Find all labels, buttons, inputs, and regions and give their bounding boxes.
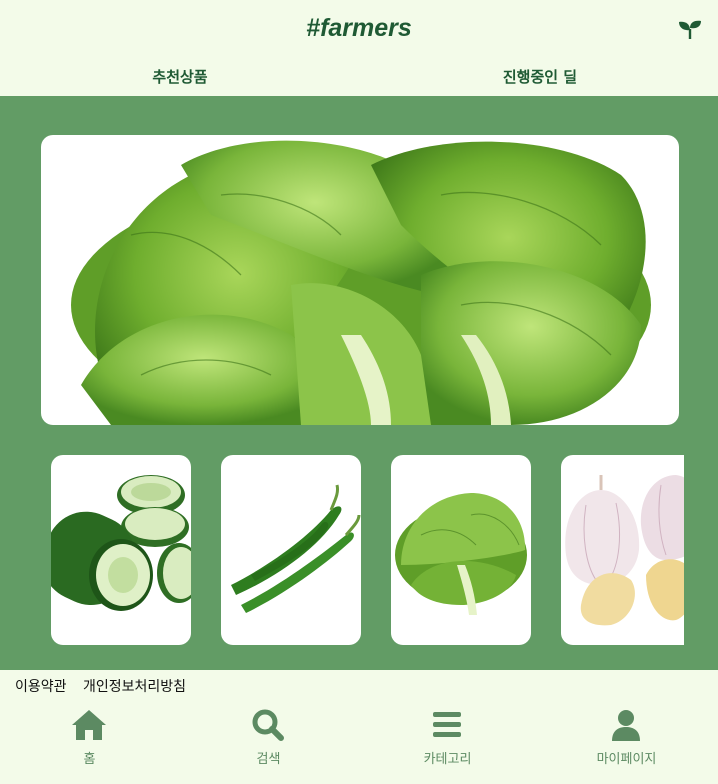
search-icon — [252, 709, 284, 741]
hero-banner[interactable] — [41, 135, 679, 425]
bottom-navigation: 홈 검색 카테고리 마이페이지 — [0, 696, 718, 784]
sprout-icon[interactable] — [678, 18, 702, 40]
footer-links: 이용약관 개인정보처리방침 — [15, 676, 198, 696]
nav-home-label: 홈 — [83, 752, 96, 767]
tab-recommended[interactable]: 추천상품 — [80, 66, 280, 87]
green-chili-image — [231, 484, 361, 613]
menu-icon — [433, 712, 461, 737]
nav-category-label: 카테고리 — [423, 752, 472, 767]
nav-home[interactable]: 홈 — [0, 696, 179, 784]
nav-search-label: 검색 — [256, 752, 281, 767]
nav-mypage[interactable]: 마이페이지 — [537, 696, 716, 784]
user-icon — [612, 710, 640, 741]
terms-link[interactable]: 이용약관 — [15, 679, 67, 695]
tab-bar: 추천상품 진행중인 딜 — [0, 58, 718, 96]
main-content — [0, 96, 718, 670]
nav-search[interactable]: 검색 — [179, 696, 358, 784]
garlic-image — [565, 475, 684, 626]
product-card-napa-cabbage[interactable] — [391, 455, 531, 645]
app-logo[interactable]: #farmers — [0, 14, 718, 43]
cucumber-image — [51, 475, 191, 611]
privacy-policy-link[interactable]: 개인정보처리방침 — [83, 679, 186, 695]
home-icon — [72, 710, 106, 740]
product-card-garlic[interactable] — [561, 455, 684, 645]
product-thumbnail-row — [51, 455, 684, 645]
napa-cabbage-thumbnail-image — [395, 493, 527, 615]
napa-cabbage-image — [71, 140, 651, 425]
tab-ongoing-deals[interactable]: 진행중인 딜 — [440, 66, 640, 87]
product-card-cucumber[interactable] — [51, 455, 191, 645]
nav-mypage-label: 마이페이지 — [596, 752, 657, 767]
product-card-green-chili[interactable] — [221, 455, 361, 645]
nav-category[interactable]: 카테고리 — [358, 696, 537, 784]
app-header: #farmers — [0, 0, 718, 58]
